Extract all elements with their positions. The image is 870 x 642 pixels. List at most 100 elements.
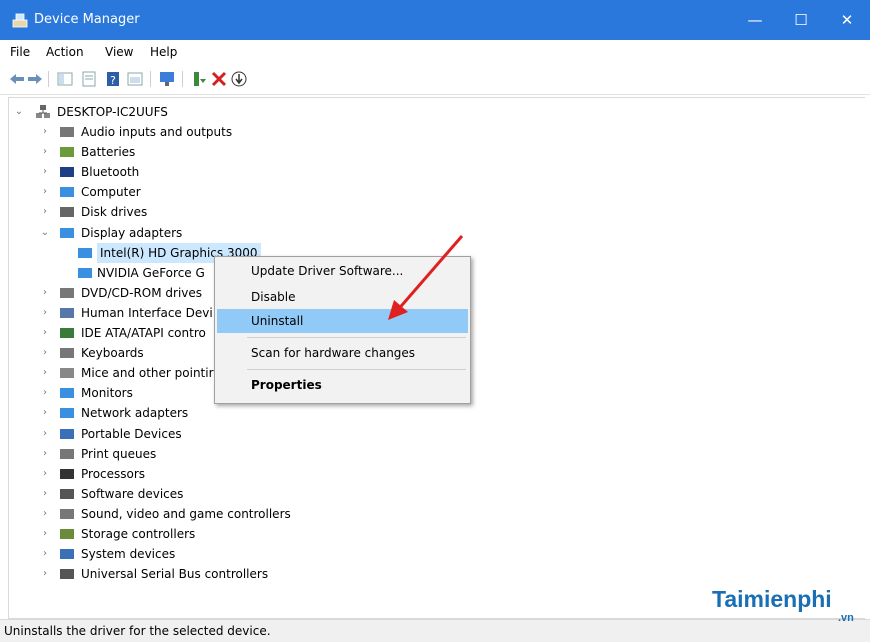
- hid-icon: [60, 307, 74, 318]
- menu-item-scan-hardware[interactable]: Scan for hardware changes: [217, 341, 468, 365]
- tree-item-label: Disk drives: [81, 205, 148, 220]
- mouse-icon: [60, 368, 74, 379]
- tree-category-item[interactable]: › Mice and other pointir: [39, 363, 239, 383]
- battery-icon: [60, 147, 74, 158]
- back-icon[interactable]: [8, 70, 26, 88]
- menu-file[interactable]: File: [10, 45, 30, 59]
- usb-icon: [60, 569, 74, 580]
- tree-category-item[interactable]: › Processors: [39, 464, 239, 484]
- chevron-right-icon[interactable]: ›: [39, 383, 51, 403]
- scan-hardware-icon[interactable]: [158, 70, 176, 88]
- chevron-right-icon[interactable]: ›: [39, 182, 51, 202]
- tree-category-item[interactable]: › Network adapters: [39, 403, 239, 423]
- tree-item-label: Computer: [81, 185, 141, 200]
- chevron-right-icon[interactable]: ›: [39, 343, 51, 363]
- tree-item-label: Bluetooth: [81, 165, 140, 180]
- help-icon[interactable]: ?: [104, 70, 122, 88]
- chevron-right-icon[interactable]: ›: [39, 323, 51, 343]
- chevron-right-icon[interactable]: ›: [39, 122, 51, 142]
- chevron-right-icon[interactable]: ›: [39, 403, 51, 423]
- chevron-right-icon[interactable]: ›: [39, 504, 51, 524]
- tree-category-item[interactable]: › Audio inputs and outputs: [39, 122, 239, 142]
- tree-category-item[interactable]: › Software devices: [39, 484, 239, 504]
- tree-item-label: NVIDIA GeForce G: [97, 265, 205, 280]
- tree-item-label: Keyboards: [81, 346, 144, 361]
- chevron-right-icon[interactable]: ›: [39, 162, 51, 182]
- menu-item-properties[interactable]: Properties: [217, 373, 468, 397]
- menu-view[interactable]: View: [105, 45, 133, 59]
- system-device-icon: [60, 549, 74, 560]
- tree-category-item[interactable]: › Monitors: [39, 383, 239, 403]
- chevron-right-icon[interactable]: ›: [39, 544, 51, 564]
- update-driver-icon[interactable]: [190, 70, 208, 88]
- software-device-icon: [60, 488, 74, 499]
- tree-category-item[interactable]: › Disk drives: [39, 202, 239, 222]
- tree-item-label: Mice and other pointir: [81, 366, 214, 381]
- properties-icon[interactable]: [80, 70, 98, 88]
- tree-category-item[interactable]: › Bluetooth: [39, 162, 239, 182]
- tree-category-item[interactable]: › Human Interface Devi: [39, 303, 239, 323]
- chevron-down-icon[interactable]: ⌄: [39, 223, 51, 243]
- chevron-right-icon[interactable]: ›: [39, 464, 51, 484]
- tree-category-item[interactable]: › Computer: [39, 182, 239, 202]
- chevron-right-icon[interactable]: ›: [39, 484, 51, 504]
- tree-category-item[interactable]: › IDE ATA/ATAPI contro: [39, 323, 239, 343]
- uninstall-icon[interactable]: [210, 70, 228, 88]
- tree-category-item[interactable]: › Universal Serial Bus controllers: [39, 564, 268, 584]
- menu-separator: [247, 369, 466, 370]
- speaker-icon: [60, 508, 74, 519]
- chevron-right-icon[interactable]: ›: [39, 202, 51, 222]
- close-button[interactable]: ✕: [824, 0, 870, 40]
- toolbar-divider: [150, 71, 151, 87]
- ide-controller-icon: [60, 328, 74, 338]
- tree-category-item[interactable]: ⌄ Display adapters: [39, 223, 239, 243]
- speaker-icon: [60, 127, 74, 137]
- chevron-down-icon[interactable]: ⌄: [13, 102, 25, 122]
- computer-icon: [60, 187, 74, 198]
- maximize-button[interactable]: ☐: [778, 0, 824, 40]
- chevron-right-icon[interactable]: ›: [39, 444, 51, 464]
- menu-help[interactable]: Help: [150, 45, 177, 59]
- tree-item-label: Monitors: [81, 386, 133, 401]
- tree-root[interactable]: ⌄ DESKTOP-IC2UUFS: [13, 102, 313, 122]
- tree-item-label: Software devices: [81, 486, 184, 501]
- annotation-arrow: [388, 235, 464, 320]
- tree-item-label: Sound, video and game controllers: [81, 506, 291, 521]
- chevron-right-icon[interactable]: ›: [39, 524, 51, 544]
- chevron-right-icon[interactable]: ›: [39, 303, 51, 323]
- chevron-right-icon[interactable]: ›: [39, 564, 51, 584]
- chevron-right-icon[interactable]: ›: [39, 424, 51, 444]
- show-hide-tree-icon[interactable]: [56, 70, 74, 88]
- storage-controller-icon: [60, 529, 74, 539]
- window-title: Device Manager: [34, 12, 140, 27]
- chevron-right-icon[interactable]: ›: [39, 363, 51, 383]
- tree-category-item[interactable]: › Sound, video and game controllers: [39, 504, 291, 524]
- forward-icon[interactable]: [26, 70, 44, 88]
- minimize-button[interactable]: —: [732, 0, 778, 40]
- display-adapter-icon: [78, 247, 92, 258]
- tree-item-label: Portable Devices: [81, 426, 182, 441]
- tree-category-item[interactable]: › Storage controllers: [39, 524, 239, 544]
- tree-category-item[interactable]: › Batteries: [39, 142, 239, 162]
- tree-item-label: IDE ATA/ATAPI contro: [81, 326, 206, 340]
- tree-category-item[interactable]: › Keyboards: [39, 343, 239, 363]
- tree-item-label: Universal Serial Bus controllers: [81, 567, 269, 582]
- display-adapter-icon: [78, 267, 92, 278]
- chevron-right-icon[interactable]: ›: [39, 142, 51, 162]
- tree-category-item[interactable]: › Portable Devices: [39, 424, 239, 444]
- svg-text:?: ?: [110, 74, 116, 87]
- watermark-logo: Taimienphi: [712, 586, 832, 612]
- view-icon[interactable]: [126, 70, 144, 88]
- status-bar: Uninstalls the driver for the selected d…: [0, 619, 870, 642]
- toolbar: ?: [0, 66, 870, 95]
- computer-network-icon: [36, 105, 50, 118]
- tree-item-label: Audio inputs and outputs: [81, 125, 233, 139]
- tree-category-item[interactable]: › System devices: [39, 544, 239, 564]
- disk-drive-icon: [60, 207, 74, 218]
- chevron-right-icon[interactable]: ›: [39, 283, 51, 303]
- keyboard-icon: [60, 348, 74, 359]
- tree-category-item[interactable]: › DVD/CD-ROM drives: [39, 283, 239, 303]
- tree-category-item[interactable]: › Print queues: [39, 444, 239, 464]
- download-icon[interactable]: [230, 70, 248, 88]
- menu-action[interactable]: Action: [46, 45, 84, 59]
